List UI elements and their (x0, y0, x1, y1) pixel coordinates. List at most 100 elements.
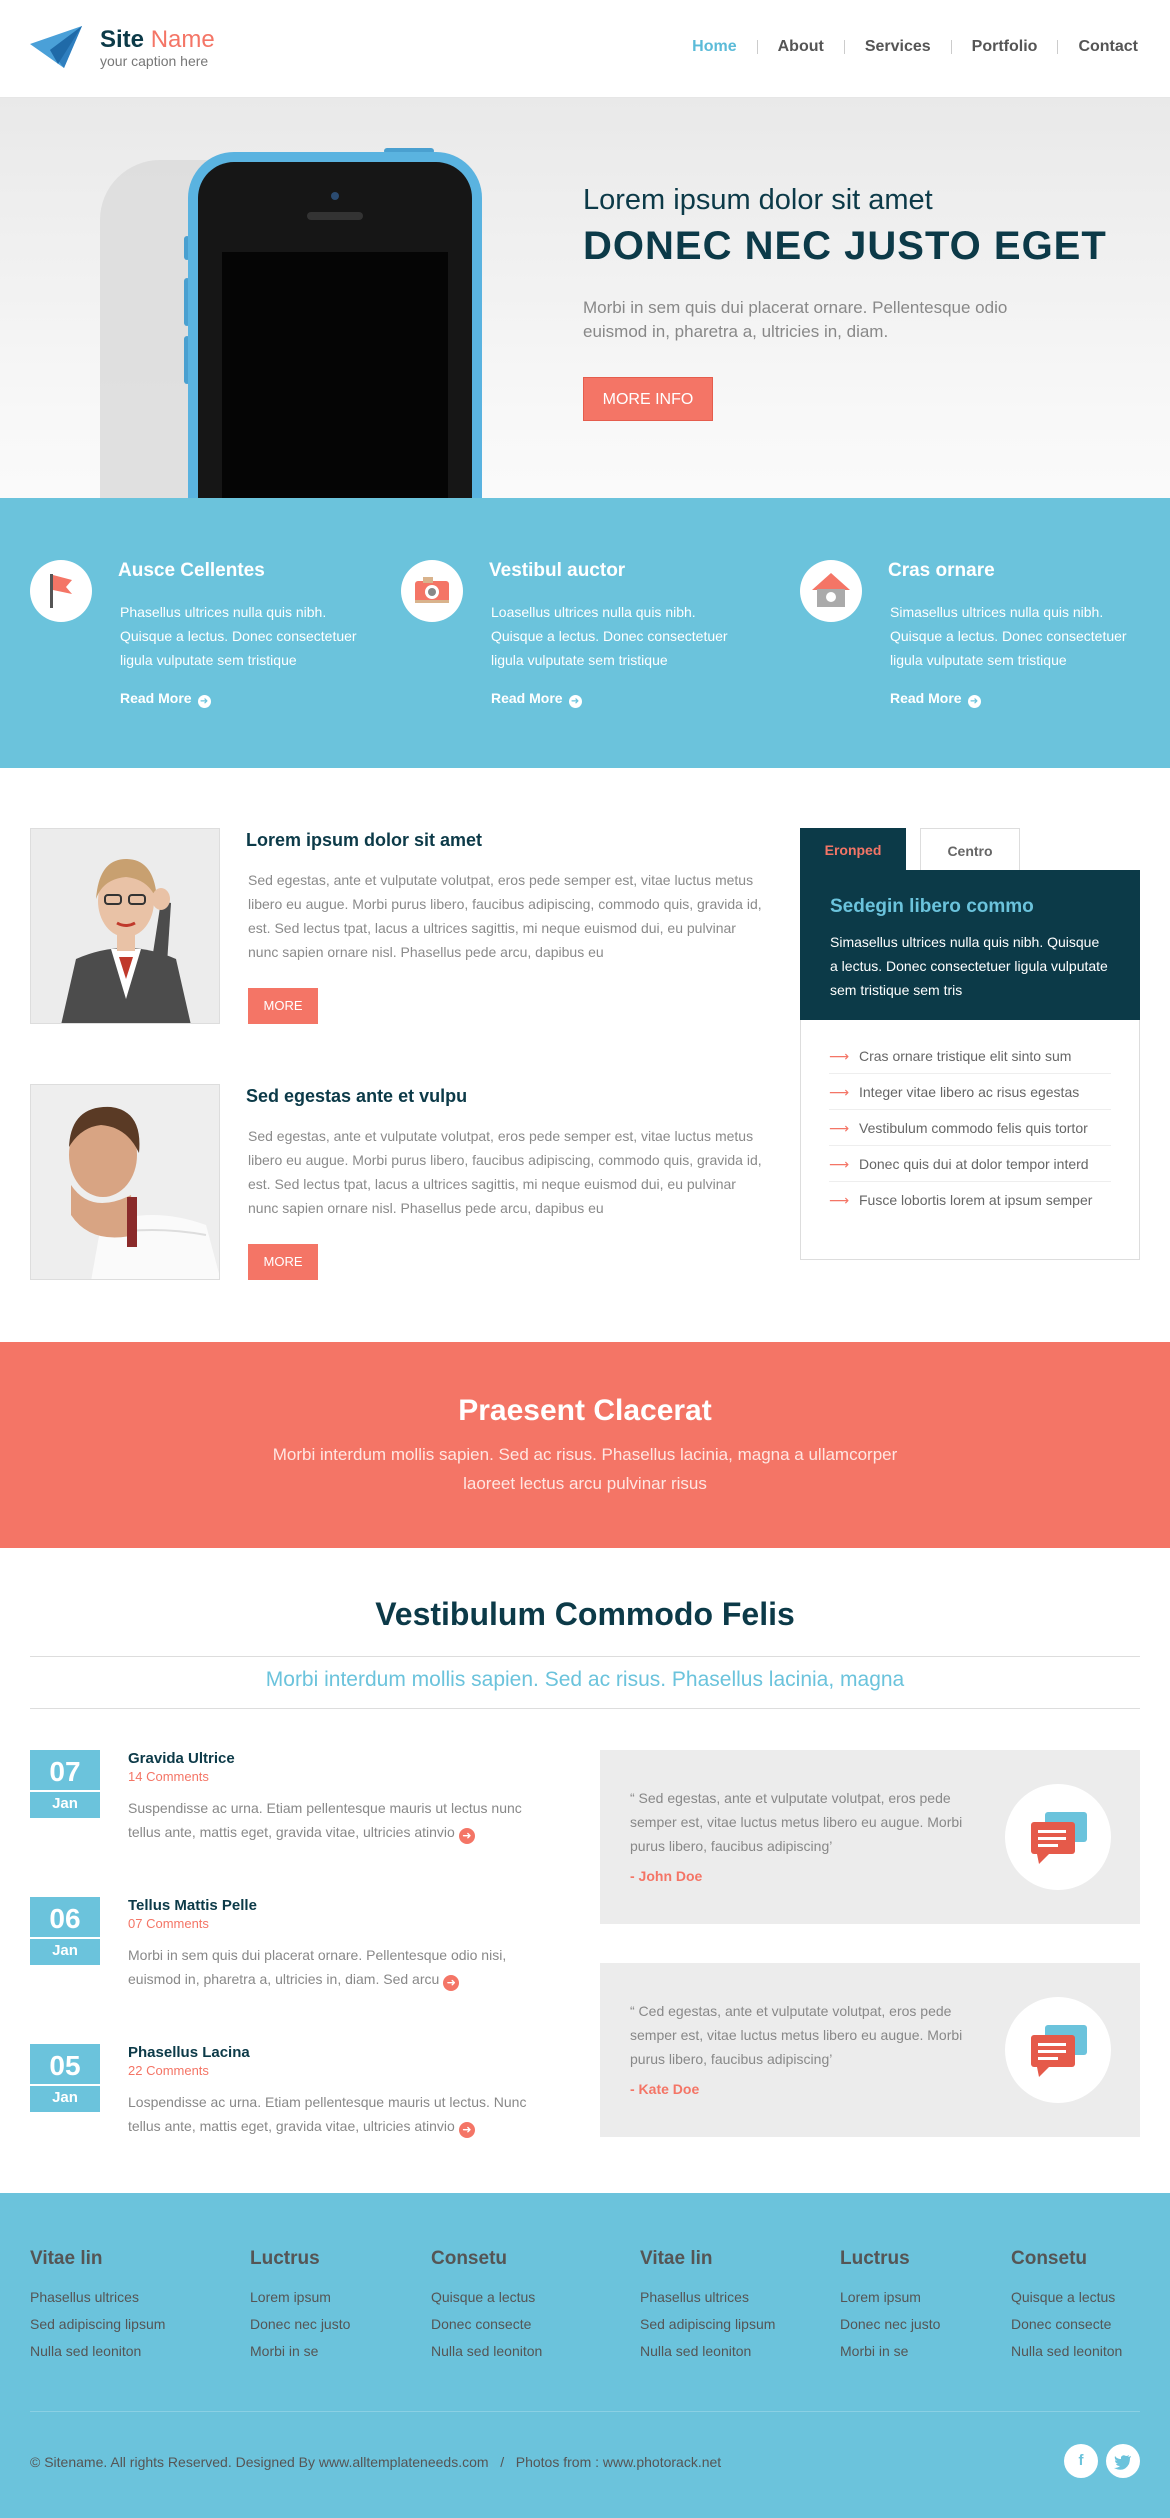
section-title: Vestibulum Commodo Felis (375, 1596, 795, 1632)
tabs-widget: Eronped Centro Sedegin libero commo Sima… (800, 828, 1140, 1260)
site-header: Site Name your caption here Home About S… (0, 0, 1170, 98)
nav-contact[interactable]: Contact (1058, 38, 1138, 56)
date-badge: 05 Jan (30, 2044, 100, 2112)
feature-text: Loasellus ultrices nulla quis nibh. Quis… (491, 604, 728, 668)
arrow-right-icon: ⟶ (829, 1155, 850, 1172)
footer-link[interactable]: Lorem ipsum (250, 2284, 350, 2311)
footer-link[interactable]: Nulla sed leoniton (1011, 2338, 1122, 2365)
flag-icon (30, 560, 92, 622)
article-more-button[interactable]: MORE (248, 1244, 318, 1280)
post-title[interactable]: Tellus Mattis Pelle (128, 1897, 558, 1914)
tab-centro[interactable]: Centro (920, 828, 1020, 872)
woman-photo (30, 828, 220, 1024)
testimonial: “ Sed egestas, ante et vulputate volutpa… (600, 1750, 1140, 1924)
list-item[interactable]: ⟶ Donec quis dui at dolor tempor interd (829, 1146, 1111, 1182)
feature-text: Simasellus ultrices nulla quis nibh. Qui… (890, 604, 1127, 668)
footer-link[interactable]: Donec consecte (431, 2311, 542, 2338)
footer-link[interactable]: Quisque a lectus (431, 2284, 542, 2311)
more-info-button[interactable]: MORE INFO (583, 377, 713, 421)
read-more-link[interactable]: Read More ➜ (491, 690, 582, 708)
nav-home[interactable]: Home (672, 38, 756, 56)
post-comments[interactable]: 14 Comments (128, 1769, 558, 1784)
footer-link[interactable]: Donec consecte (1011, 2311, 1122, 2338)
list-item[interactable]: ⟶ Integer vitae libero ac risus egestas (829, 1074, 1111, 1110)
post-text: Lospendisse ac urna. Etiam pellentesque … (128, 2094, 527, 2138)
arrow-right-icon[interactable]: ➜ (443, 1975, 460, 1991)
post-title[interactable]: Gravida Ultrice (128, 1750, 558, 1767)
footer-column: Consetu Quisque a lectus Donec consecte … (1011, 2248, 1122, 2365)
footer-link[interactable]: Phasellus ultrices (640, 2284, 775, 2311)
home-icon (800, 560, 862, 622)
hero-title: DONEC NEC JUSTO EGET (583, 224, 1107, 268)
footer-column: Vitae lin Phasellus ultrices Sed adipisc… (30, 2248, 165, 2365)
banner-text: Morbi interdum mollis sapien. Sed ac ris… (272, 1445, 898, 1493)
tab-panel-title: Sedegin libero commo (830, 896, 1034, 917)
tab-panel: Sedegin libero commo Simasellus ultrices… (800, 870, 1140, 1020)
man-photo (30, 1084, 220, 1280)
feature-title: Ausce Cellentes (118, 560, 265, 581)
testimonial: “ Ced egestas, ante et vulputate volutpa… (600, 1963, 1140, 2137)
nav-portfolio[interactable]: Portfolio (952, 38, 1058, 56)
list-item[interactable]: ⟶ Vestibulum commodo felis quis tortor (829, 1110, 1111, 1146)
date-badge: 06 Jan (30, 1897, 100, 1965)
post-comments[interactable]: 22 Comments (128, 2063, 558, 2078)
post-comments[interactable]: 07 Comments (128, 1916, 558, 1931)
arrow-right-icon[interactable]: ➜ (458, 1828, 475, 1844)
article-more-button[interactable]: MORE (248, 988, 318, 1024)
facebook-icon[interactable]: f (1064, 2444, 1098, 2478)
footer-divider (30, 2411, 1140, 2412)
banner-section: Praesent Clacerat Morbi interdum mollis … (0, 1342, 1170, 1548)
footer-link[interactable]: Sed adipiscing lipsum (30, 2311, 165, 2338)
footer-column: Consetu Quisque a lectus Donec consecte … (431, 2248, 542, 2365)
list-item[interactable]: ⟶ Cras ornare tristique elit sinto sum (829, 1038, 1111, 1074)
footer-column: Luctrus Lorem ipsum Donec nec justo Morb… (840, 2248, 940, 2365)
footer-link[interactable]: Donec nec justo (840, 2311, 940, 2338)
article-text: Sed egestas, ante et vulputate volutpat,… (248, 872, 762, 960)
footer-column: Vitae lin Phasellus ultrices Sed adipisc… (640, 2248, 775, 2365)
footer-link[interactable]: Quisque a lectus (1011, 2284, 1122, 2311)
footer-link[interactable]: Morbi in se (840, 2338, 940, 2365)
feature-text: Phasellus ultrices nulla quis nibh. Quis… (120, 604, 357, 668)
post-title[interactable]: Phasellus Lacina (128, 2044, 558, 2061)
tab-eronped[interactable]: Eronped (800, 828, 906, 872)
arrow-right-icon: ➜ (568, 695, 582, 708)
footer-link[interactable]: Sed adipiscing lipsum (640, 2311, 775, 2338)
read-more-link[interactable]: Read More ➜ (120, 690, 211, 708)
phone-screen (222, 252, 448, 512)
arrow-right-icon[interactable]: ➜ (458, 2122, 475, 2138)
hero-text: Morbi in sem quis dui placerat ornare. P… (583, 298, 1008, 341)
testimonial-author: - John Doe (630, 1868, 703, 1884)
paper-plane-logo-icon[interactable] (28, 24, 84, 70)
footer-link[interactable]: Nulla sed leoniton (431, 2338, 542, 2365)
divider (30, 1708, 1140, 1709)
list-item[interactable]: ⟶ Fusce lobortis lorem at ipsum semper (829, 1182, 1111, 1218)
article-title[interactable]: Lorem ipsum dolor sit amet (246, 830, 482, 851)
chat-bubble-icon (1005, 1784, 1111, 1890)
date-badge: 07 Jan (30, 1750, 100, 1818)
footer-link[interactable]: Nulla sed leoniton (640, 2338, 775, 2365)
camera-icon (401, 560, 463, 622)
twitter-icon[interactable] (1106, 2444, 1140, 2478)
footer-link[interactable]: Donec nec justo (250, 2311, 350, 2338)
footer-link[interactable]: Nulla sed leoniton (30, 2338, 165, 2365)
post-text: Suspendisse ac urna. Etiam pellentesque … (128, 1800, 522, 1844)
read-more-link[interactable]: Read More ➜ (890, 690, 981, 708)
footer-column-title: Vitae lin (640, 2248, 713, 2269)
footer-column-title: Consetu (431, 2248, 507, 2269)
testimonial-text: “ Ced egestas, ante et vulputate volutpa… (630, 2003, 963, 2067)
footer-link[interactable]: Lorem ipsum (840, 2284, 940, 2311)
tab-panel-text: Simasellus ultrices nulla quis nibh. Qui… (830, 934, 1108, 998)
nav-about[interactable]: About (758, 38, 844, 56)
blog-post: Tellus Mattis Pelle 07 Comments Morbi in… (128, 1897, 558, 1991)
footer-link[interactable]: Phasellus ultrices (30, 2284, 165, 2311)
arrow-right-icon: ⟶ (829, 1119, 850, 1136)
testimonial-author: - Kate Doe (630, 2081, 700, 2097)
site-name[interactable]: Site Name (100, 26, 215, 54)
footer-link[interactable]: Morbi in se (250, 2338, 350, 2365)
feature-title: Cras ornare (888, 560, 995, 581)
article-title[interactable]: Sed egestas ante et vulpu (246, 1086, 467, 1107)
footer-column-title: Luctrus (250, 2248, 320, 2269)
phone-camera (331, 192, 339, 200)
phone-body (198, 162, 472, 512)
nav-services[interactable]: Services (845, 38, 951, 56)
